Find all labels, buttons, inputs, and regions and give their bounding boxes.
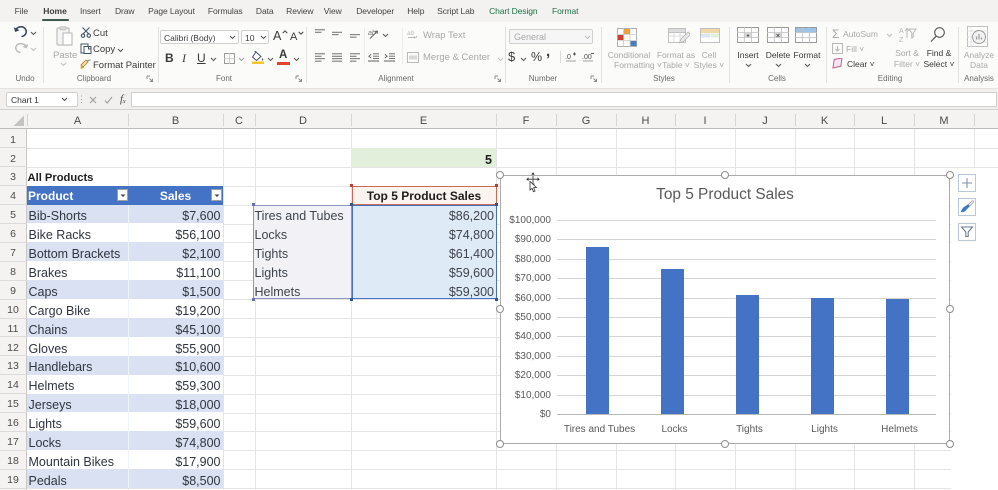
svg-text:.00: .00 — [582, 54, 592, 61]
svg-text:A: A — [899, 28, 904, 35]
svg-text:Z: Z — [899, 37, 904, 43]
svg-text:ab: ab — [407, 30, 415, 37]
svg-text:.0: .0 — [565, 54, 571, 61]
